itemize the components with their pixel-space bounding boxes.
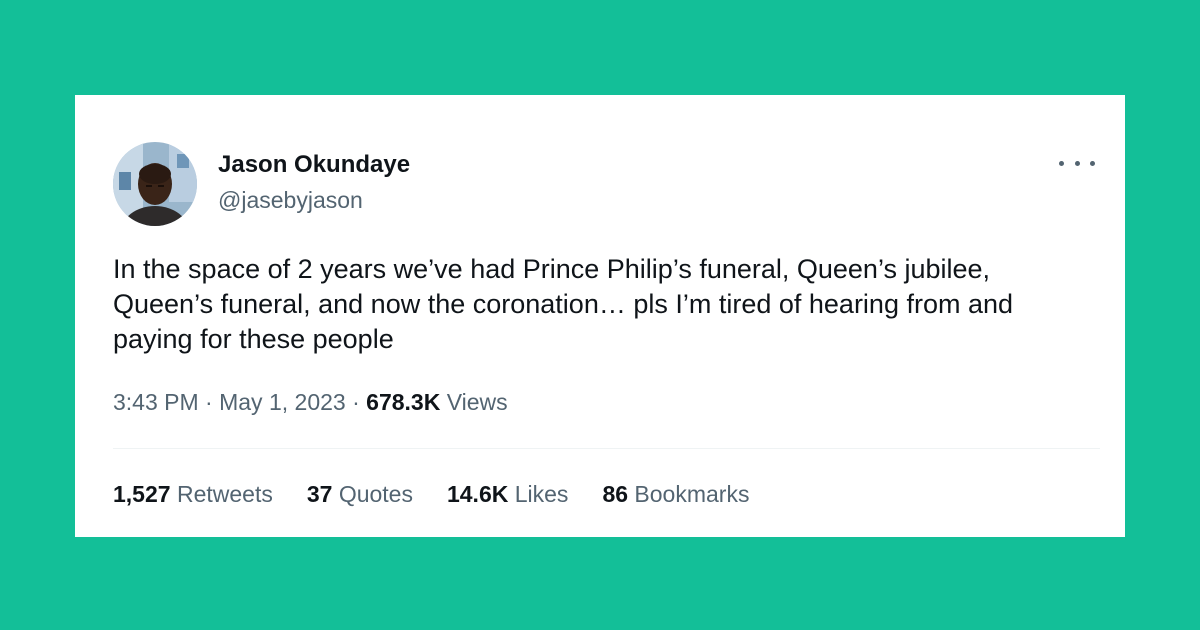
quotes-count: 37 <box>306 481 333 507</box>
avatar[interactable] <box>113 142 197 226</box>
bookmarks-count: 86 <box>602 481 629 507</box>
tweet-meta: 3:43 PM · May 1, 2023 · 678.3K Views <box>113 389 508 416</box>
views-count: 678.3K <box>366 389 441 415</box>
likes-count: 14.6K <box>446 481 509 507</box>
retweets-count: 1,527 <box>113 481 171 507</box>
likes-label: Likes <box>514 481 569 507</box>
views-label: Views <box>446 389 508 415</box>
quotes-stat[interactable]: 37 Quotes <box>307 481 413 508</box>
dot <box>1059 160 1064 166</box>
bookmarks-label: Bookmarks <box>634 481 750 507</box>
meta-separator: · <box>205 389 213 415</box>
author-handle[interactable]: @jasebyjason <box>218 187 363 214</box>
tweet-time[interactable]: 3:43 PM <box>113 389 199 415</box>
tweet-text: In the space of 2 years we’ve had Prince… <box>113 254 1014 354</box>
more-options-icon[interactable] <box>1059 153 1095 173</box>
author-name[interactable]: Jason Okundaye <box>218 151 410 179</box>
meta-separator: · <box>352 389 360 415</box>
tweet-card: Jason Okundaye @jasebyjason In the space… <box>75 95 1125 537</box>
tweet-date[interactable]: May 1, 2023 <box>219 389 346 415</box>
quotes-label: Quotes <box>338 481 413 507</box>
divider <box>113 448 1100 449</box>
dot <box>1074 160 1080 166</box>
likes-stat[interactable]: 14.6K Likes <box>447 481 568 508</box>
engagement-stats: 1,527 Retweets 37 Quotes 14.6K Likes 86 … <box>113 481 749 508</box>
bookmarks-stat[interactable]: 86 Bookmarks <box>602 481 749 508</box>
avatar-image <box>113 142 197 226</box>
retweets-stat[interactable]: 1,527 Retweets <box>113 481 273 508</box>
retweets-label: Retweets <box>176 481 273 507</box>
dot <box>1090 160 1095 166</box>
